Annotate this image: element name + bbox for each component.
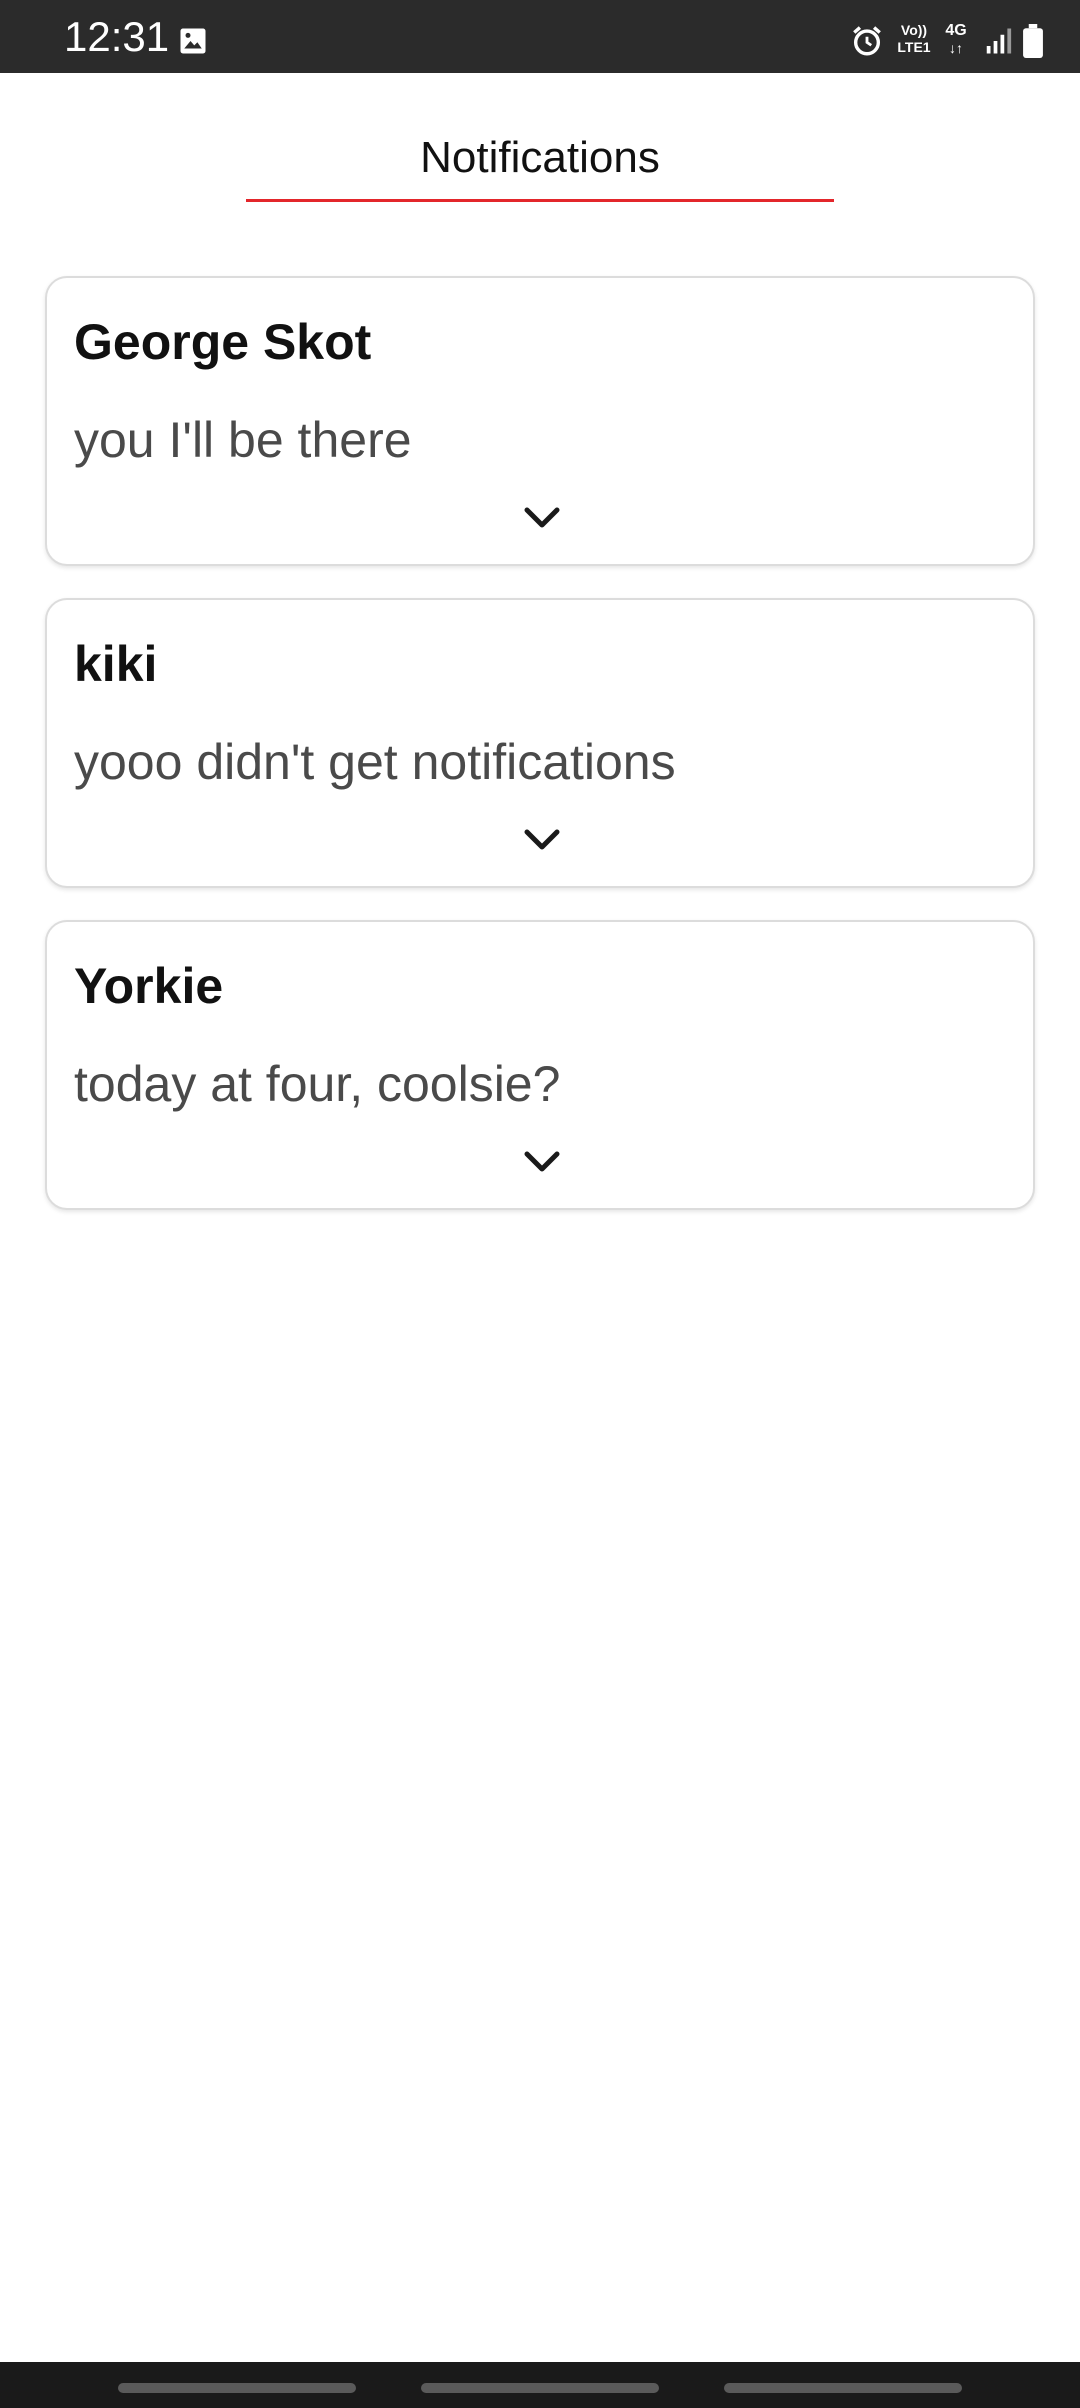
signal-icon (986, 28, 1012, 54)
notification-sender: George Skot (74, 314, 372, 370)
chevron-down-icon[interactable] (522, 504, 562, 532)
nav-recents-button[interactable] (118, 2383, 356, 2393)
data-arrows-icon: ↓↑ (949, 40, 963, 56)
status-bar: 12:31 Vo)) LTE1 4G ↓↑ (0, 0, 1080, 73)
notification-message: you I'll be there (74, 412, 412, 468)
gallery-icon (180, 28, 206, 54)
volte-icon: Vo)) LTE1 (894, 22, 934, 60)
status-time: 12:31 (64, 13, 170, 60)
network-type: 4G ↓↑ (942, 22, 970, 60)
notification-message: yooo didn't get notifications (74, 734, 676, 790)
notification-list: George Skot you I'll be there kiki yooo … (45, 276, 1035, 1242)
volte-line-2: LTE1 (897, 39, 931, 55)
chevron-down-icon[interactable] (522, 826, 562, 854)
chevron-down-icon[interactable] (522, 1148, 562, 1176)
header: Notifications (0, 73, 1080, 203)
notification-card[interactable]: Yorkie today at four, coolsie? (45, 920, 1035, 1210)
notification-card[interactable]: kiki yooo didn't get notifications (45, 598, 1035, 888)
notification-sender: kiki (74, 636, 158, 692)
network-label: 4G (945, 22, 967, 39)
nav-home-button[interactable] (421, 2383, 659, 2393)
notification-message: today at four, coolsie? (74, 1056, 561, 1112)
notification-sender: Yorkie (74, 958, 224, 1014)
alarm-icon (853, 26, 881, 56)
nav-back-button[interactable] (724, 2383, 962, 2393)
navigation-bar (0, 2362, 1080, 2408)
page-title[interactable]: Notifications (0, 133, 1080, 183)
battery-icon (1023, 24, 1043, 58)
tab-underline (246, 199, 834, 202)
notification-card[interactable]: George Skot you I'll be there (45, 276, 1035, 566)
volte-line-1: Vo)) (900, 22, 928, 38)
